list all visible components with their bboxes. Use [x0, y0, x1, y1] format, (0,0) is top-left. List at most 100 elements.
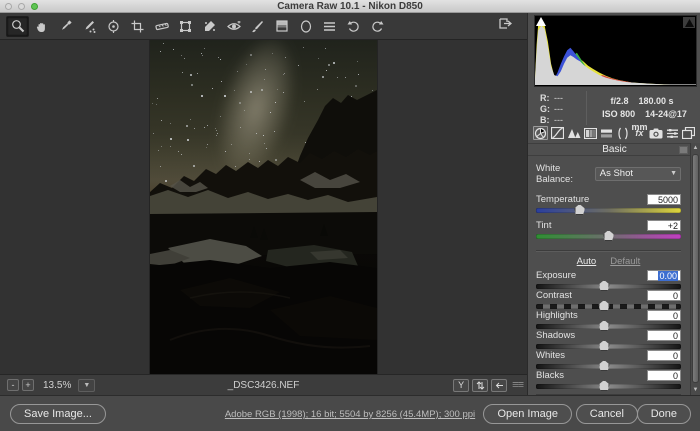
crop-tool[interactable]: [126, 16, 149, 37]
swap-before-after-button[interactable]: [472, 379, 488, 392]
open-image-button[interactable]: Open Image: [483, 404, 572, 424]
photo-preview[interactable]: [150, 40, 377, 374]
highlight-clipping-indicator[interactable]: [683, 17, 695, 28]
scroll-down-icon[interactable]: ▼: [691, 385, 700, 395]
zoom-in-button[interactable]: +: [22, 379, 34, 391]
iso: ISO 800: [602, 109, 635, 119]
preferences-tool[interactable]: [318, 16, 341, 37]
zoom-level: 13.5%: [43, 380, 71, 391]
presets-icon: [666, 128, 679, 139]
tab-tone-curve[interactable]: [550, 126, 564, 140]
hand-icon: [35, 20, 48, 33]
tab-effects[interactable]: fx: [632, 126, 646, 140]
blacks-label: Blacks: [536, 370, 564, 381]
whites-value-field[interactable]: 0: [647, 350, 681, 361]
tab-snapshots[interactable]: [682, 126, 696, 140]
blacks-value-field[interactable]: 0: [647, 370, 681, 381]
slider-row-exposure: Exposure 0.00: [536, 270, 681, 290]
radial-filter-tool[interactable]: [294, 16, 317, 37]
shadows-slider[interactable]: [536, 344, 681, 349]
white-balance-tool[interactable]: [54, 16, 77, 37]
zoom-tool[interactable]: [6, 16, 29, 37]
before-after-view-button[interactable]: Y: [453, 379, 469, 392]
slider-row-blacks: Blacks 0: [536, 370, 681, 390]
white-balance-value: As Shot: [600, 168, 633, 179]
tab-lens-corrections[interactable]: [616, 126, 630, 140]
hand-tool[interactable]: [30, 16, 53, 37]
transform-tool[interactable]: [174, 16, 197, 37]
highlights-value-field[interactable]: 0: [647, 310, 681, 321]
tone-curve-icon: [551, 127, 564, 139]
fullscreen-icon: [498, 17, 512, 35]
copy-settings-to-before-button[interactable]: [491, 379, 507, 392]
panel-menu-icon[interactable]: [679, 146, 688, 154]
slider-row-highlights: Highlights 0: [536, 310, 681, 330]
temperature-slider-thumb[interactable]: [574, 204, 585, 215]
tab-hsl-grayscale[interactable]: [583, 126, 597, 140]
aperture: f/2.8: [610, 96, 628, 106]
cancel-button[interactable]: Cancel: [576, 404, 638, 424]
highlights-slider[interactable]: [536, 324, 681, 329]
targeted-adjustment-tool[interactable]: [102, 16, 125, 37]
b-label: B:: [540, 115, 554, 126]
panel-scrollbar[interactable]: ▲ ▼: [690, 143, 700, 395]
exposure-value-field[interactable]: 0.00: [647, 270, 681, 281]
whites-slider[interactable]: [536, 364, 681, 369]
spot-removal-icon: [203, 20, 216, 33]
red-eye-tool[interactable]: [222, 16, 245, 37]
shadow-clipping-indicator[interactable]: [536, 17, 546, 26]
swap-arrows-icon: [476, 381, 485, 390]
done-button[interactable]: Done: [637, 404, 691, 424]
exposure-slider[interactable]: [536, 284, 681, 289]
zoom-window-icon[interactable]: [31, 3, 38, 10]
tab-basic[interactable]: [533, 126, 548, 140]
zoom-icon: [11, 19, 25, 33]
blacks-slider-thumb[interactable]: [599, 380, 610, 391]
slider-row-contrast: Contrast 0: [536, 290, 681, 310]
r-label: R:: [540, 93, 554, 104]
camera-raw-window: Camera Raw 10.1 - Nikon D850: [0, 0, 700, 431]
zoom-out-button[interactable]: -: [7, 379, 19, 391]
default-link[interactable]: Default: [610, 256, 640, 267]
color-sampler-tool[interactable]: [78, 16, 101, 37]
tint-value-field[interactable]: +2: [647, 220, 681, 231]
tab-camera-calibration[interactable]: [649, 126, 663, 140]
tab-split-toning[interactable]: [599, 126, 613, 140]
temperature-value-field[interactable]: 5000: [647, 194, 681, 205]
tint-slider[interactable]: [536, 234, 681, 239]
contrast-value-field[interactable]: 0: [647, 290, 681, 301]
shadows-value-field[interactable]: 0: [647, 330, 681, 341]
shadows-label: Shadows: [536, 330, 575, 341]
straighten-tool[interactable]: [150, 16, 173, 37]
slider-row-temperature: Temperature 5000: [536, 194, 681, 220]
rotate-left-tool[interactable]: [342, 16, 365, 37]
contrast-slider[interactable]: [536, 304, 681, 309]
slider-row-shadows: Shadows 0: [536, 330, 681, 350]
tab-detail[interactable]: [566, 126, 580, 140]
whites-label: Whites: [536, 350, 565, 361]
transform-icon: [179, 20, 192, 33]
zoom-level-dropdown[interactable]: ▼: [78, 379, 95, 392]
toggle-fullscreen-button[interactable]: [496, 17, 514, 35]
r-value: ---: [554, 93, 563, 103]
auto-link[interactable]: Auto: [577, 256, 597, 267]
adjustment-brush-tool[interactable]: [246, 16, 269, 37]
tint-slider-thumb[interactable]: [603, 230, 614, 241]
white-balance-select[interactable]: As Shot ▼: [595, 167, 681, 181]
preview-menu-icon[interactable]: ≡≡: [512, 379, 523, 391]
spot-removal-tool[interactable]: [198, 16, 221, 37]
shutter-speed: 180.00 s: [638, 96, 673, 106]
white-balance-icon: [59, 20, 72, 33]
panel-tab-bar: fx: [533, 126, 696, 141]
tab-presets[interactable]: [665, 126, 679, 140]
window-title: Camera Raw 10.1 - Nikon D850: [277, 1, 423, 12]
preview-canvas[interactable]: [0, 40, 527, 374]
rotate-right-tool[interactable]: [366, 16, 389, 37]
graduated-filter-tool[interactable]: [270, 16, 293, 37]
straighten-icon: [155, 20, 169, 32]
histogram[interactable]: [534, 15, 697, 87]
blacks-slider[interactable]: [536, 384, 681, 389]
temperature-slider[interactable]: [536, 208, 681, 213]
scroll-up-icon[interactable]: ▲: [691, 143, 700, 153]
scrollbar-thumb[interactable]: [692, 154, 699, 383]
